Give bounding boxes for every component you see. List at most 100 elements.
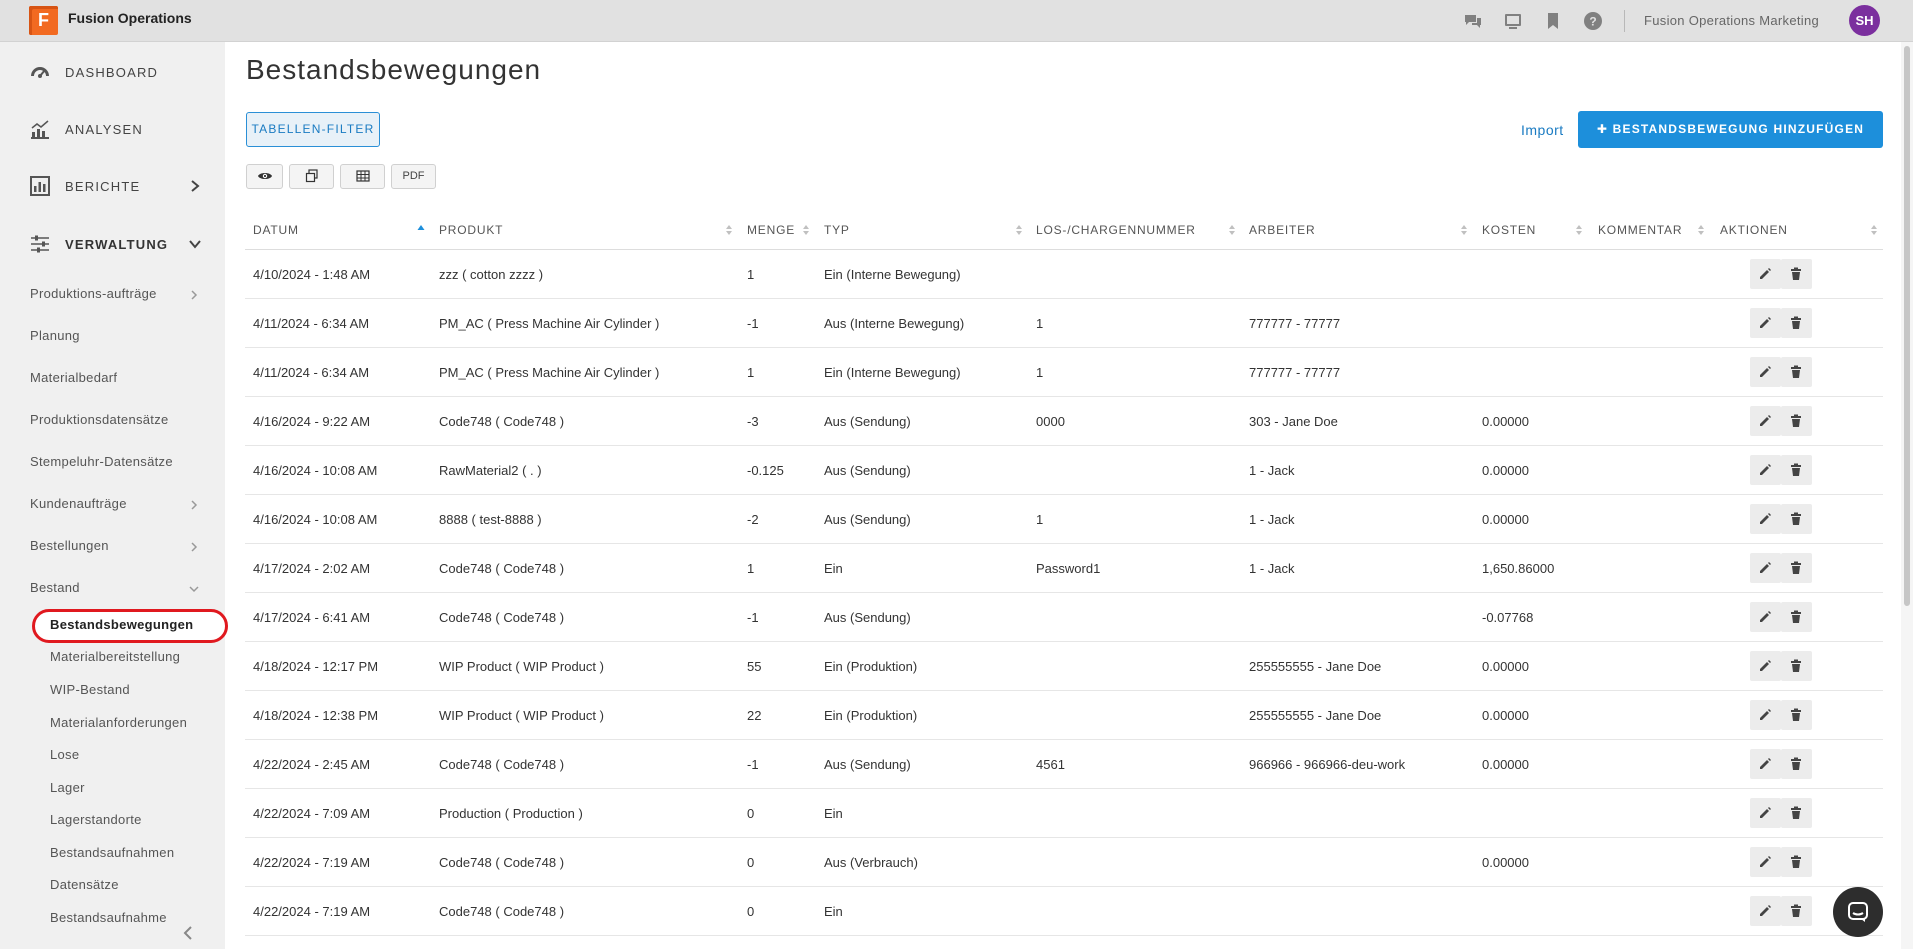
table-row[interactable]: 4/22/2024 - 7:19 AM Code748 ( Code748 ) 0 A… <box>245 838 1883 887</box>
table-row[interactable]: 4/16/2024 - 9:22 AM Code748 ( Code748 ) -3… <box>245 397 1883 446</box>
column-header-kosten[interactable]: KOSTEN <box>1482 223 1536 237</box>
delete-button[interactable] <box>1781 308 1812 338</box>
display-icon[interactable] <box>1503 11 1523 31</box>
delete-button[interactable] <box>1781 602 1812 632</box>
edit-button[interactable] <box>1750 896 1781 926</box>
column-header-menge[interactable]: MENGE <box>747 223 795 237</box>
table-row[interactable]: 4/18/2024 - 12:38 PM WIP Product ( WIP Pr… <box>245 691 1883 740</box>
table-row[interactable]: 4/16/2024 - 10:08 AM 8888 ( test-8888 ) -2… <box>245 495 1883 544</box>
add-stock-movement-button[interactable]: ✚ BESTANDSBEWEGUNG HINZUFÜGEN <box>1578 111 1883 148</box>
delete-button[interactable] <box>1781 700 1812 730</box>
table-row[interactable]: 4/22/2024 - 2:45 AM Code748 ( Code748 ) -1… <box>245 740 1883 789</box>
delete-button[interactable] <box>1781 553 1812 583</box>
delete-button[interactable] <box>1781 847 1812 877</box>
column-header-los-chargennummer[interactable]: LOS-/CHARGENNUMMER <box>1036 223 1196 237</box>
sort-icon[interactable] <box>1228 224 1236 236</box>
app-title[interactable]: Fusion Operations <box>68 10 192 26</box>
nav-produktionsdatensaetze[interactable]: Produktionsdatensätze <box>30 412 169 427</box>
delete-button[interactable] <box>1781 406 1812 436</box>
table-row[interactable]: 4/17/2024 - 2:02 AM Code748 ( Code748 ) 1 E… <box>245 544 1883 593</box>
user-avatar[interactable]: SH <box>1849 5 1880 36</box>
delete-button[interactable] <box>1781 504 1812 534</box>
edit-button[interactable] <box>1750 455 1781 485</box>
nav-bestandsaufnahme[interactable]: Bestandsaufnahme <box>50 910 167 925</box>
edit-button[interactable] <box>1750 406 1781 436</box>
excel-export-button[interactable] <box>340 164 385 189</box>
table-row[interactable]: 4/22/2024 - 7:19 AM Code748 ( Code748 ) 0 E… <box>245 887 1883 936</box>
table-filter-button[interactable]: TABELLEN-FILTER <box>246 112 380 147</box>
copy-button[interactable] <box>289 164 334 189</box>
sort-icon[interactable] <box>1015 224 1023 236</box>
chat-icon[interactable] <box>1463 11 1483 31</box>
table-row[interactable]: 4/17/2024 - 6:41 AM Code748 ( Code748 ) -1… <box>245 593 1883 642</box>
nav-lose[interactable]: Lose <box>50 747 79 762</box>
edit-button[interactable] <box>1750 798 1781 828</box>
nav-bestand[interactable]: Bestand <box>30 580 80 595</box>
nav-bestandsbewegungen[interactable]: Bestandsbewegungen <box>50 617 193 632</box>
sort-icon[interactable] <box>1575 224 1583 236</box>
column-header-datum[interactable]: DATUM <box>253 223 299 237</box>
edit-button[interactable] <box>1750 259 1781 289</box>
column-header-typ[interactable]: TYP <box>824 223 850 237</box>
delete-button[interactable] <box>1781 651 1812 681</box>
pdf-export-button[interactable]: PDF <box>391 164 436 189</box>
edit-button[interactable] <box>1750 308 1781 338</box>
nav-materialbedarf[interactable]: Materialbedarf <box>30 370 117 385</box>
edit-button[interactable] <box>1750 847 1781 877</box>
delete-button[interactable] <box>1781 798 1812 828</box>
organization-name[interactable]: Fusion Operations Marketing <box>1644 13 1819 28</box>
table-row[interactable]: 4/11/2024 - 6:34 AM PM_AC ( Press Machine… <box>245 299 1883 348</box>
nav-kundenauftraege[interactable]: Kundenaufträge <box>30 496 127 511</box>
view-columns-button[interactable] <box>246 164 283 189</box>
collapse-sidebar-icon[interactable] <box>180 925 196 941</box>
table-row[interactable]: 4/22/2024 - 7:09 AM Production ( Producti… <box>245 789 1883 838</box>
edit-button[interactable] <box>1750 553 1781 583</box>
vertical-scrollbar[interactable] <box>1901 42 1913 949</box>
edit-button[interactable] <box>1750 700 1781 730</box>
scrollbar-thumb[interactable] <box>1904 46 1910 606</box>
sort-ascending-icon[interactable] <box>417 224 425 236</box>
delete-button[interactable] <box>1781 749 1812 779</box>
column-header-produkt[interactable]: PRODUKT <box>439 223 503 237</box>
column-header-aktionen[interactable]: AKTIONEN <box>1720 223 1788 237</box>
nav-wip-bestand[interactable]: WIP-Bestand <box>50 682 130 697</box>
table-row[interactable]: 4/10/2024 - 1:48 AM zzz ( cotton zzzz ) 1 E… <box>245 250 1883 299</box>
nav-lagerstandorte[interactable]: Lagerstandorte <box>50 812 142 827</box>
app-logo[interactable]: F <box>29 6 58 35</box>
table-row[interactable]: 4/11/2024 - 6:34 AM PM_AC ( Press Machine… <box>245 348 1883 397</box>
delete-button[interactable] <box>1781 896 1812 926</box>
delete-button[interactable] <box>1781 357 1812 387</box>
nav-datensaetze[interactable]: Datensätze <box>50 877 119 892</box>
edit-button[interactable] <box>1750 602 1781 632</box>
sort-icon[interactable] <box>725 224 733 236</box>
nav-berichte[interactable]: BERICHTE <box>0 166 225 206</box>
nav-materialbereitstellung[interactable]: Materialbereitstellung <box>50 649 180 664</box>
edit-button[interactable] <box>1750 504 1781 534</box>
support-chat-button[interactable] <box>1833 887 1883 937</box>
sort-icon[interactable] <box>1460 224 1468 236</box>
nav-bestandsaufnahmen[interactable]: Bestandsaufnahmen <box>50 845 174 860</box>
nav-lager[interactable]: Lager <box>50 780 85 795</box>
edit-button[interactable] <box>1750 749 1781 779</box>
import-link[interactable]: Import <box>1521 122 1564 138</box>
nav-produktionsauftraege[interactable]: Produktions-aufträge <box>30 286 157 301</box>
nav-analysen[interactable]: ANALYSEN <box>0 109 225 149</box>
nav-materialanforderungen[interactable]: Materialanforderungen <box>50 715 187 730</box>
sort-icon[interactable] <box>802 224 810 236</box>
nav-bestellungen[interactable]: Bestellungen <box>30 538 109 553</box>
delete-button[interactable] <box>1781 259 1812 289</box>
table-row[interactable]: 4/18/2024 - 12:17 PM WIP Product ( WIP Pr… <box>245 642 1883 691</box>
nav-dashboard[interactable]: DASHBOARD <box>0 52 225 92</box>
nav-stempeluhr-datensaetze[interactable]: Stempeluhr-Datensätze <box>30 454 173 469</box>
bookmark-icon[interactable] <box>1543 11 1563 31</box>
edit-button[interactable] <box>1750 357 1781 387</box>
nav-planung[interactable]: Planung <box>30 328 80 343</box>
column-header-kommentar[interactable]: KOMMENTAR <box>1598 223 1682 237</box>
nav-verwaltung[interactable]: VERWALTUNG <box>0 224 225 264</box>
help-icon[interactable]: ? <box>1583 11 1603 31</box>
sort-icon[interactable] <box>1870 224 1878 236</box>
sort-icon[interactable] <box>1697 224 1705 236</box>
delete-button[interactable] <box>1781 455 1812 485</box>
edit-button[interactable] <box>1750 651 1781 681</box>
column-header-arbeiter[interactable]: ARBEITER <box>1249 223 1315 237</box>
